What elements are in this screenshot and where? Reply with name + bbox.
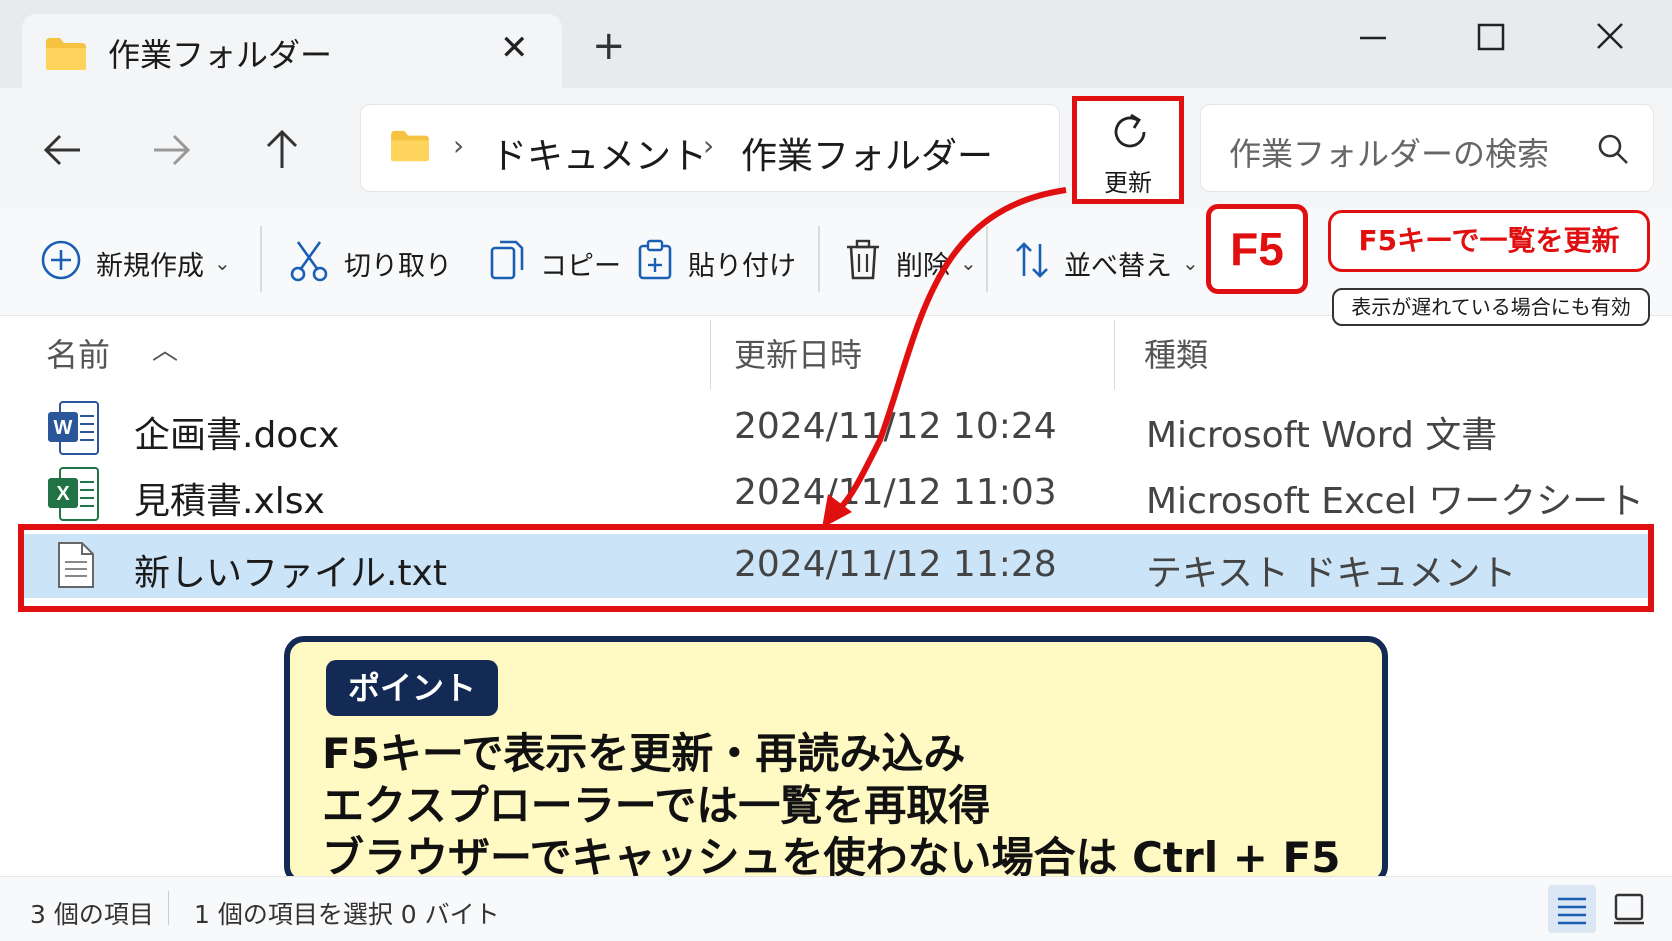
point-box: ポイント F5キーで表示を更新・再読み込み エクスプローラーでは一覧を再取得 ブ… bbox=[284, 636, 1388, 886]
status-bar: 3 個の項目 1 個の項目を選択 0 バイト bbox=[0, 876, 1672, 941]
details-view-button[interactable] bbox=[1548, 885, 1596, 933]
status-divider bbox=[168, 891, 169, 925]
preview-view-button[interactable] bbox=[1606, 885, 1654, 933]
item-count: 3 個の項目 bbox=[30, 900, 154, 929]
tiles-view-icon bbox=[1606, 893, 1654, 937]
selection-info: 1 個の項目を選択 0 バイト bbox=[194, 900, 500, 929]
point-tag: ポイント bbox=[326, 660, 499, 716]
list-view-icon bbox=[1548, 897, 1596, 937]
